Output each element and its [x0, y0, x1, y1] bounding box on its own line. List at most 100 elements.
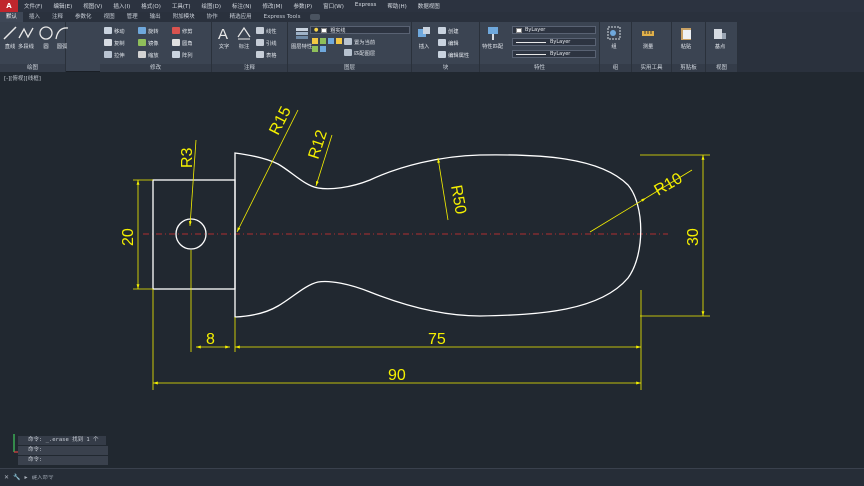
dim-r12: R12 — [306, 128, 331, 161]
ribbon-tab[interactable]: 附加模块 — [167, 12, 201, 22]
mirror-button[interactable]: 镜像 — [138, 38, 159, 47]
ribbon-tab[interactable]: 插入 — [23, 12, 46, 22]
ribbon-empty-area — [738, 22, 864, 72]
ribbon-tab[interactable]: 视图 — [98, 12, 121, 22]
panel-view-title[interactable]: 视图 — [706, 64, 737, 72]
circle-button[interactable]: 圆 — [38, 25, 54, 50]
match-properties-label: 特性匹配 — [482, 44, 504, 50]
close-icon[interactable]: ✕ — [4, 474, 9, 481]
fillet-icon — [172, 39, 180, 46]
panel-annotation-title[interactable]: 注释 — [212, 64, 287, 72]
drawing-canvas[interactable]: R3 R15 R12 R50 R10 20 30 8 75 90 — [0, 0, 864, 486]
edit-attributes-button[interactable]: 编辑属性 — [438, 50, 469, 59]
panel-draw-title[interactable]: 绘图 — [0, 64, 65, 72]
color-combo[interactable]: ByLayer — [512, 26, 596, 34]
text-button[interactable]: A 文字 — [216, 25, 232, 50]
ribbon-tab[interactable]: Express Tools — [258, 12, 307, 22]
panel-block-title[interactable]: 块 — [412, 64, 479, 72]
arc-button[interactable]: 圆弧 — [54, 25, 70, 50]
ribbon: 直线 多段线 圆 圆弧 绘图 移动 旋转 修剪 复制 镜像 圆角 拉伸 缩放 阵… — [0, 22, 738, 72]
trim-button[interactable]: 修剪 — [172, 26, 193, 35]
panel-modify: 移动 旋转 修剪 复制 镜像 圆角 拉伸 缩放 阵列 修改 — [100, 22, 212, 72]
stretch-button[interactable]: 拉伸 — [104, 50, 125, 59]
layer-tool-icon[interactable] — [312, 38, 318, 44]
layer-tool-icon[interactable] — [336, 38, 342, 44]
move-button[interactable]: 移动 — [104, 26, 125, 35]
leader-button[interactable]: 引线 — [256, 38, 277, 47]
array-icon — [172, 51, 180, 58]
base-label: 基点 — [714, 44, 726, 50]
menu-item[interactable]: 窗口(W) — [323, 2, 344, 10]
lineweight-swatch — [516, 53, 546, 55]
group-button[interactable]: 组 — [606, 25, 622, 50]
base-view-icon — [714, 29, 726, 39]
menu-item[interactable]: 绘图(D) — [202, 2, 222, 10]
polyline-button[interactable]: 多段线 — [18, 25, 34, 50]
fillet-button[interactable]: 圆角 — [172, 38, 193, 47]
dimension-icon — [237, 26, 251, 40]
circle-label: 圆 — [43, 44, 49, 50]
wrench-icon[interactable]: 🔧 — [13, 474, 20, 481]
match-properties-button[interactable]: 特性匹配 — [482, 25, 503, 50]
menu-item[interactable]: 编辑(E) — [53, 2, 72, 10]
menu-item[interactable]: 文件(F) — [24, 2, 42, 10]
linear-button[interactable]: 线性 — [256, 26, 277, 35]
lineweight-combo[interactable]: ByLayer — [512, 50, 596, 58]
ribbon-tab[interactable]: 默认 — [0, 12, 24, 22]
ribbon-tab[interactable]: 管理 — [121, 12, 144, 22]
menu-item[interactable]: 修改(M) — [262, 2, 282, 10]
linetype-combo[interactable]: ByLayer — [512, 38, 596, 46]
app-logo[interactable]: A — [0, 0, 18, 12]
ribbon-tab[interactable]: 精选应用 — [224, 12, 258, 22]
dimension-button[interactable]: 标注 — [236, 25, 252, 50]
layer-combo[interactable]: ● 粗实线 — [310, 26, 410, 34]
edit-block-button[interactable]: 编辑 — [438, 38, 459, 47]
ribbon-tab[interactable]: 注释 — [46, 12, 69, 22]
base-button[interactable]: 基点 — [712, 25, 728, 50]
menu-item[interactable]: 格式(O) — [141, 2, 161, 10]
ribbon-tab[interactable]: 输出 — [144, 12, 167, 22]
match-layer-button[interactable]: 匹配图层 — [344, 48, 375, 57]
ribbon-tab[interactable]: 参数化 — [69, 12, 98, 22]
line-button[interactable]: 直线 — [2, 25, 18, 50]
panel-properties-title[interactable]: 特性 — [480, 64, 599, 72]
linetype-swatch — [516, 41, 546, 43]
menu-item[interactable]: 数据视图 — [418, 2, 440, 10]
array-button[interactable]: 阵列 — [172, 50, 193, 59]
measure-button[interactable]: 测量 — [640, 25, 656, 50]
table-button[interactable]: 表格 — [256, 50, 277, 59]
layer-tool-icon[interactable] — [320, 38, 326, 44]
rotate-button[interactable]: 旋转 — [138, 26, 159, 35]
ribbon-tab[interactable]: 协作 — [201, 12, 224, 22]
dim-r15: R15 — [266, 104, 295, 138]
make-current-button[interactable]: 置为当前 — [344, 37, 375, 46]
panel-utilities-title[interactable]: 实用工具 — [632, 64, 671, 72]
dim-r10: R10 — [652, 170, 686, 199]
menu-item[interactable]: 标注(N) — [232, 2, 251, 10]
panel-modify-title[interactable]: 修改 — [100, 64, 211, 72]
layer-tool-icon[interactable] — [320, 46, 326, 52]
menu-item[interactable]: 插入(I) — [113, 2, 130, 10]
viewport-controls[interactable]: [-][俯视][线框] — [4, 74, 41, 82]
tab-options-icon[interactable] — [310, 14, 321, 20]
create-block-button[interactable]: 创建 — [438, 26, 459, 35]
layer-tool-icon[interactable] — [312, 46, 318, 52]
panel-groups-title[interactable]: 组 — [600, 64, 631, 72]
command-input[interactable] — [31, 474, 332, 481]
menu-item[interactable]: 视图(V) — [83, 2, 102, 10]
insert-button[interactable]: 插入 — [416, 25, 432, 50]
paste-button[interactable]: 粘贴 — [678, 25, 694, 50]
layer-tool-icon[interactable] — [328, 38, 334, 44]
panel-clipboard-title[interactable]: 剪贴板 — [672, 64, 705, 72]
menu-item[interactable]: Express — [355, 2, 376, 10]
panel-view: 基点 视图 — [706, 22, 738, 72]
scale-button[interactable]: 缩放 — [138, 50, 159, 59]
menu-item[interactable]: 参数(P) — [294, 2, 313, 10]
arc-icon — [55, 27, 69, 40]
panel-layers-title[interactable]: 图层 — [288, 64, 411, 72]
edit-attributes-icon — [438, 51, 446, 58]
menu-item[interactable]: 帮助(H) — [387, 2, 406, 10]
copy-button[interactable]: 复制 — [104, 38, 125, 47]
menu-item[interactable]: 工具(T) — [172, 2, 191, 10]
lightbulb-icon: ● — [314, 27, 319, 33]
